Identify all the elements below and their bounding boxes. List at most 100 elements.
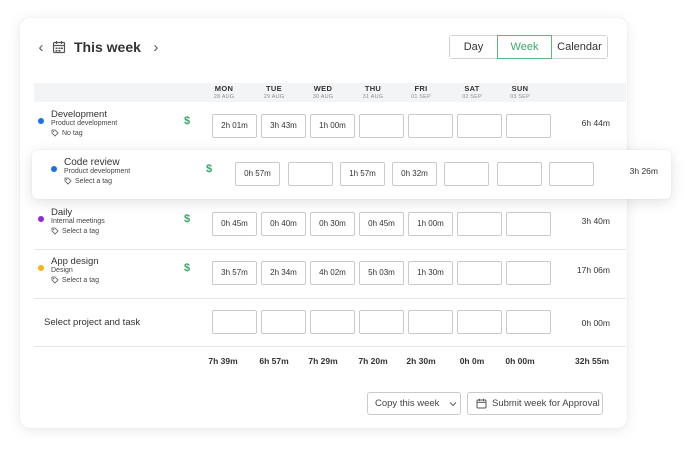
project-name: Internal meetings: [51, 218, 105, 225]
day-date: 29 AUG: [263, 94, 285, 100]
project-name: Design: [51, 267, 73, 274]
row-divider: [34, 249, 626, 250]
task-name[interactable]: Code review: [64, 157, 120, 168]
day-name: WED: [313, 84, 333, 93]
time-entry-input[interactable]: [310, 310, 355, 334]
billable-dollar-icon[interactable]: $: [184, 262, 190, 274]
time-entry-input[interactable]: [359, 114, 404, 138]
row-divider: [34, 298, 626, 299]
calendar-icon[interactable]: [52, 40, 66, 54]
time-entry-input[interactable]: [212, 310, 257, 334]
day-date: 30 AUG: [312, 94, 334, 100]
row-total: 3h 26m: [629, 166, 658, 176]
time-entry-input[interactable]: [457, 114, 502, 138]
tag-selector[interactable]: Select a tag: [51, 227, 99, 235]
time-entry-input[interactable]: 1h 00m: [310, 114, 355, 138]
view-calendar-button[interactable]: Calendar: [551, 36, 607, 58]
tag-icon: [64, 177, 75, 185]
time-entry-input[interactable]: [457, 212, 502, 236]
day-total: 6h 57m: [259, 356, 289, 366]
chevron-right-icon[interactable]: ›: [149, 39, 163, 56]
view-week-button[interactable]: Week: [497, 35, 552, 59]
time-entry-input[interactable]: 1h 30m: [408, 261, 453, 285]
time-entry-input[interactable]: [549, 162, 594, 186]
time-entry-input[interactable]: 0h 45m: [212, 212, 257, 236]
time-entry-input[interactable]: [408, 310, 453, 334]
time-entry-input[interactable]: 0h 45m: [359, 212, 404, 236]
tag-label: Select a tag: [62, 227, 99, 235]
time-entry-input[interactable]: 5h 03m: [359, 261, 404, 285]
time-entry-input[interactable]: [408, 114, 453, 138]
billable-dollar-icon[interactable]: $: [206, 163, 212, 175]
day-total: 0h 00m: [505, 356, 535, 366]
day-total: 7h 29m: [308, 356, 338, 366]
billable-dollar-icon[interactable]: $: [184, 213, 190, 225]
day-column-header: WED 30 AUG: [300, 84, 346, 101]
day-column-header: THU 31 AUG: [350, 84, 396, 101]
day-date: 02 SEP: [462, 94, 482, 100]
time-entry-input[interactable]: [288, 162, 333, 186]
chevron-left-icon[interactable]: ‹: [34, 39, 48, 56]
time-entry-input[interactable]: 0h 40m: [261, 212, 306, 236]
row-total: 0h 00m: [581, 318, 610, 328]
tag-selector[interactable]: No tag: [51, 129, 83, 137]
copy-week-dropdown[interactable]: Copy this week: [367, 392, 461, 415]
time-entry-input[interactable]: 2h 34m: [261, 261, 306, 285]
time-entry-input[interactable]: 0h 32m: [392, 162, 437, 186]
time-entry-input[interactable]: 2h 01m: [212, 114, 257, 138]
time-entry-input[interactable]: [506, 212, 551, 236]
task-name[interactable]: Development: [51, 109, 107, 120]
tag-label: Select a tag: [62, 276, 99, 284]
time-entry-input[interactable]: 1h 57m: [340, 162, 385, 186]
time-entry-input[interactable]: 0h 57m: [235, 162, 280, 186]
day-date: 31 AUG: [362, 94, 384, 100]
day-column-header: MON 28 AUG: [201, 84, 247, 101]
project-color-dot: [38, 118, 44, 124]
chevron-down-icon: [450, 401, 457, 406]
submit-approval-label: Submit week for Approval: [492, 398, 600, 409]
billable-dollar-icon[interactable]: $: [184, 115, 190, 127]
view-day-button[interactable]: Day: [450, 36, 498, 58]
page-title: This week: [74, 39, 141, 55]
task-name[interactable]: Daily: [51, 207, 72, 218]
time-entry-input[interactable]: [444, 162, 489, 186]
day-column-header: TUE 29 AUG: [251, 84, 297, 101]
project-name: Product development: [51, 120, 118, 127]
week-navigator: ‹ This week ›: [34, 38, 163, 56]
time-entry-input[interactable]: 4h 02m: [310, 261, 355, 285]
row-total: 3h 40m: [581, 216, 610, 226]
day-name: TUE: [266, 84, 282, 93]
day-total: 0h 0m: [459, 356, 485, 366]
tag-label: No tag: [62, 129, 83, 137]
tag-selector[interactable]: Select a tag: [51, 276, 99, 284]
time-entry-input[interactable]: [261, 310, 306, 334]
tag-icon: [51, 227, 62, 235]
submit-approval-button[interactable]: Submit week for Approval: [467, 392, 603, 415]
project-name: Product development: [64, 168, 131, 175]
time-entry-input[interactable]: 0h 30m: [310, 212, 355, 236]
day-column-header: SAT 02 SEP: [449, 84, 495, 101]
day-date: 03 SEP: [510, 94, 530, 100]
day-name: SUN: [511, 84, 529, 93]
time-entry-input[interactable]: [457, 261, 502, 285]
tag-selector[interactable]: Select a tag: [64, 177, 112, 185]
time-entry-input[interactable]: 3h 57m: [212, 261, 257, 285]
day-total: 7h 39m: [208, 356, 238, 366]
time-entry-input[interactable]: 3h 43m: [261, 114, 306, 138]
time-entry-input[interactable]: [359, 310, 404, 334]
time-entry-input[interactable]: 1h 00m: [408, 212, 453, 236]
time-entry-input[interactable]: [497, 162, 542, 186]
week-total: 32h 55m: [574, 356, 610, 366]
day-name: SAT: [464, 84, 480, 93]
task-name[interactable]: App design: [51, 256, 99, 267]
select-project-task[interactable]: Select project and task: [44, 317, 140, 328]
time-entry-input[interactable]: [506, 310, 551, 334]
time-entry-input[interactable]: [457, 310, 502, 334]
copy-week-label: Copy this week: [375, 398, 440, 409]
day-total: 7h 20m: [358, 356, 388, 366]
day-name: MON: [214, 84, 234, 93]
time-entry-input[interactable]: [506, 261, 551, 285]
view-switcher: Day Week Calendar: [449, 35, 608, 59]
tag-label: Select a tag: [75, 177, 112, 185]
time-entry-input[interactable]: [506, 114, 551, 138]
